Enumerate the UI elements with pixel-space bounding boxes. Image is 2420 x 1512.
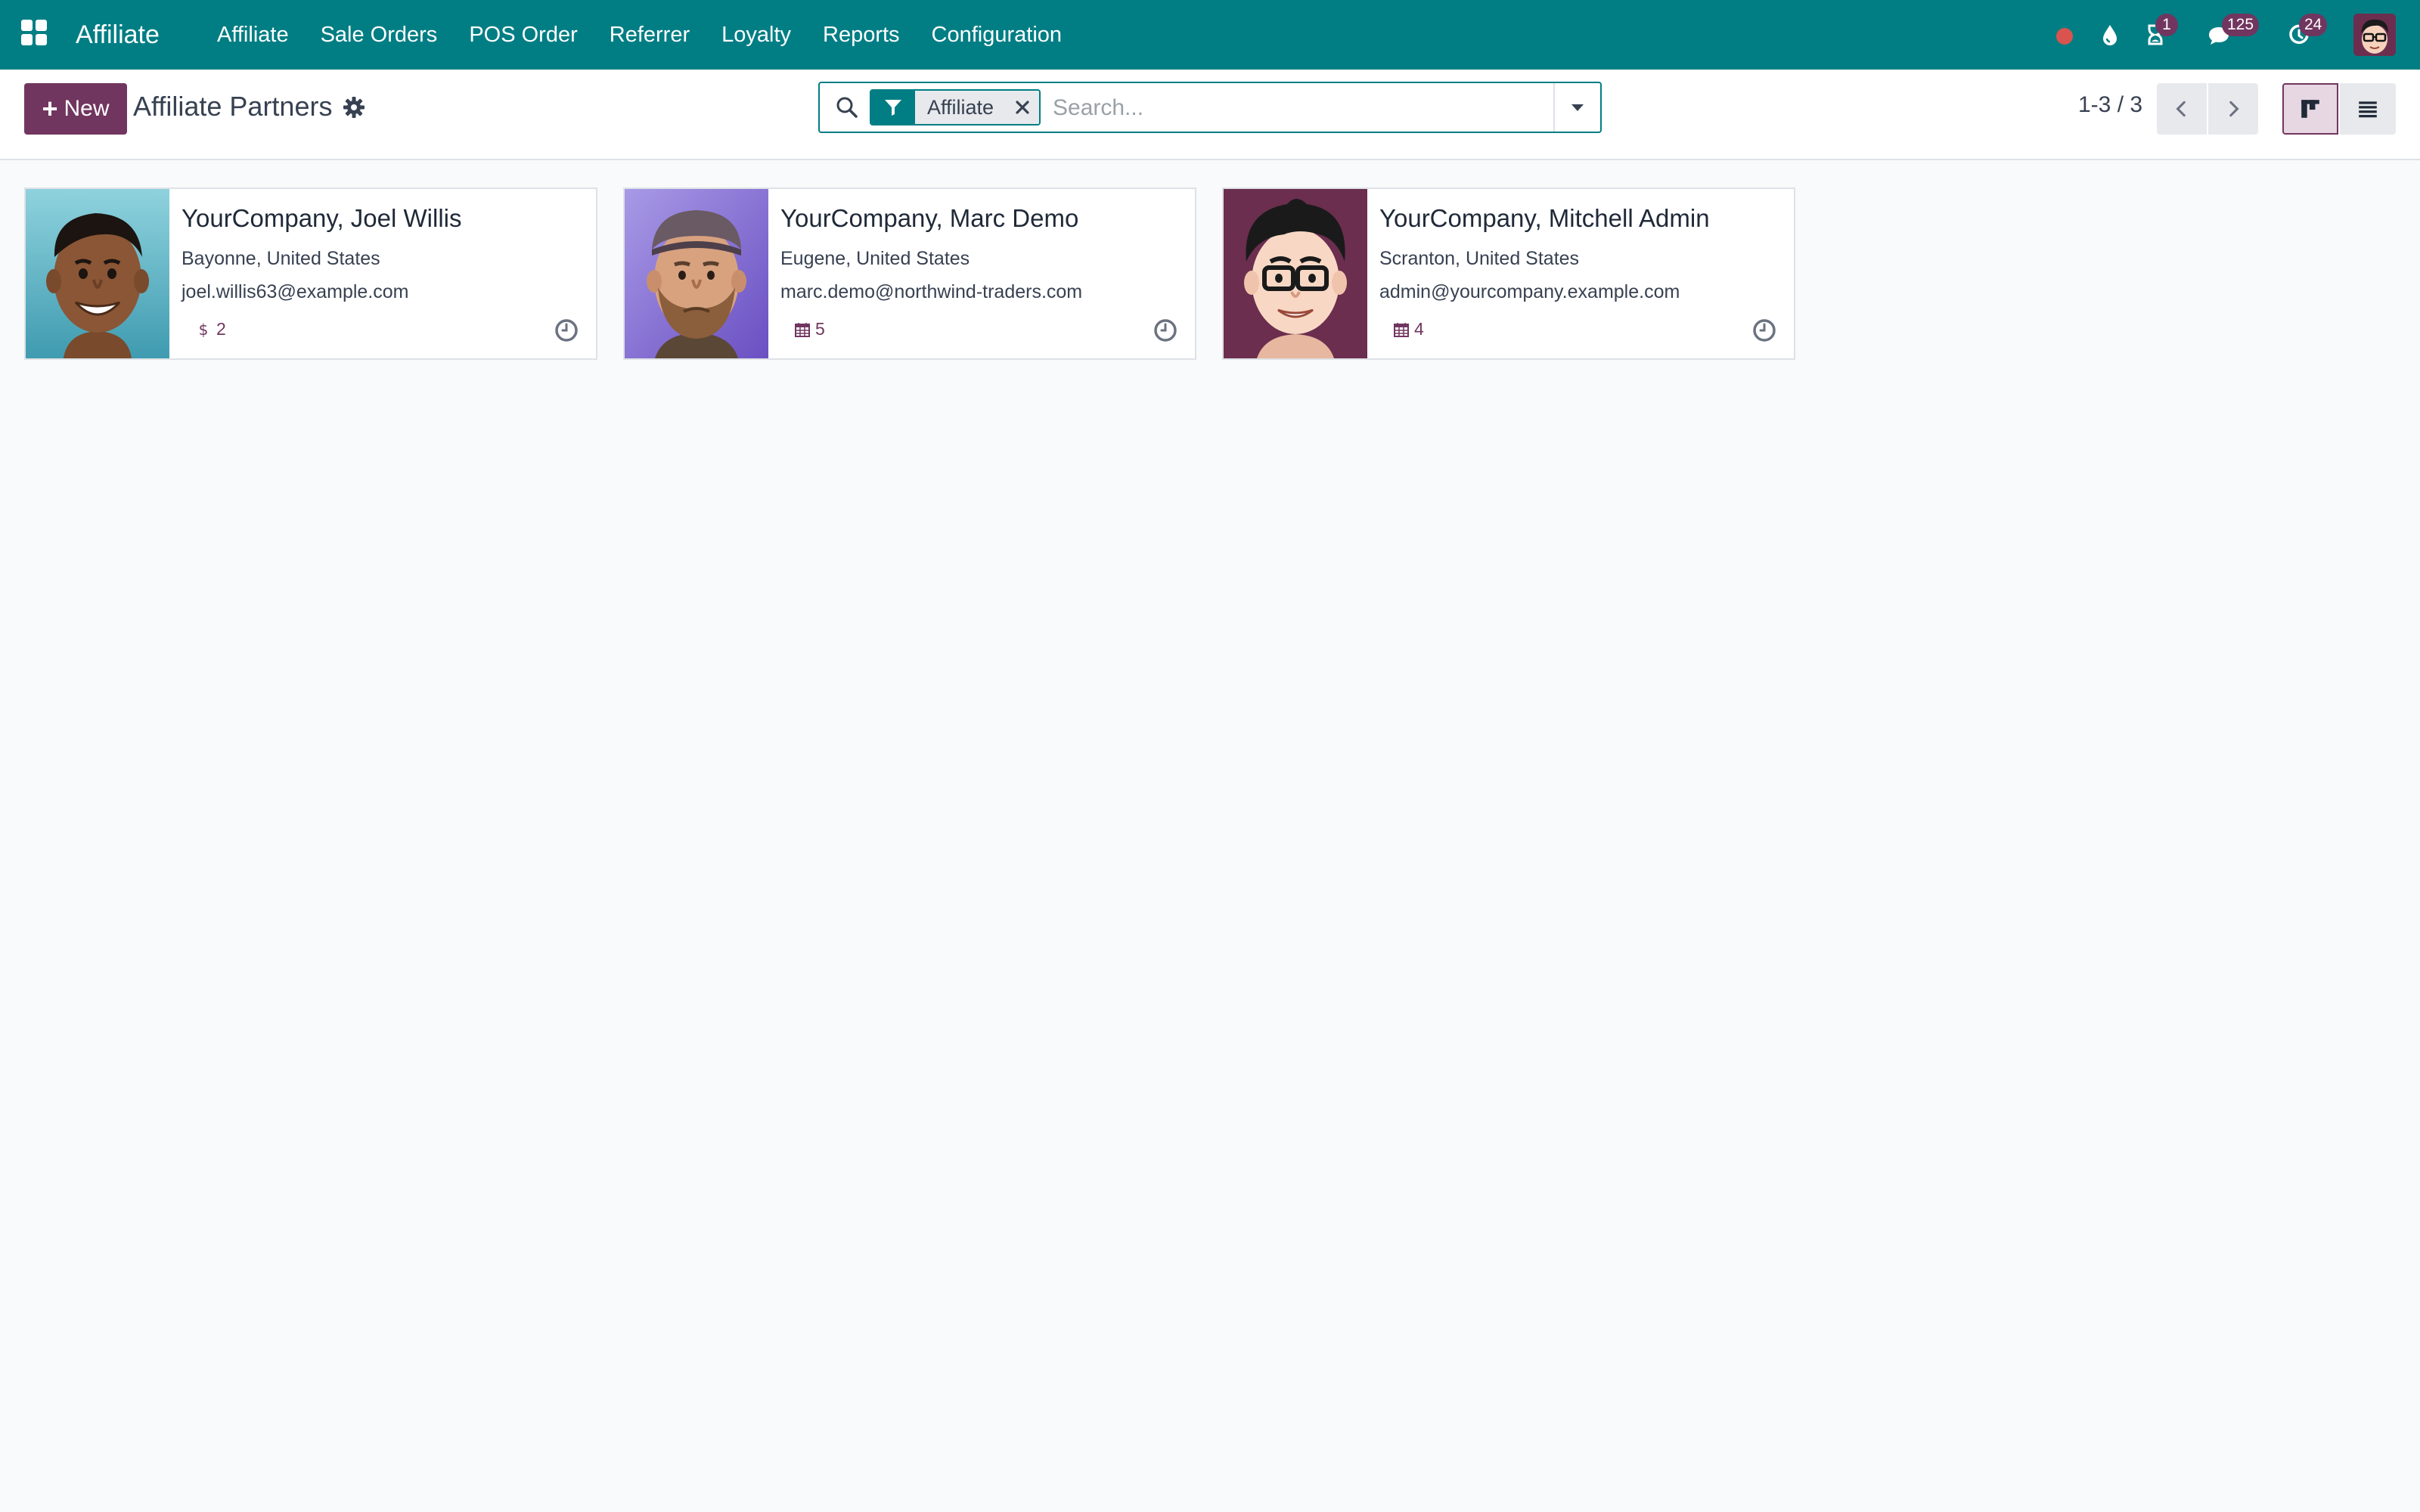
partner-location: Scranton, United States [1379,248,1580,269]
calendar-icon [795,322,810,337]
partner-card[interactable]: YourCompany, Marc Demo Eugene, United St… [623,187,1196,360]
svg-text:$: $ [199,321,209,338]
search-bar: Affiliate [818,82,1602,133]
chevron-right-icon [2229,101,2239,117]
calendar-icon [1394,322,1409,337]
new-button-label: New [64,96,110,121]
partner-stat[interactable]: 5 [794,319,825,339]
list-icon [2359,101,2377,118]
menu-item-reports[interactable]: Reports [807,0,916,70]
partner-avatar [26,189,169,358]
list-view-button[interactable] [2340,83,2396,135]
pager-previous-button[interactable] [2157,83,2207,135]
partner-avatar [625,189,768,358]
user-avatar[interactable] [2353,14,2396,56]
menu-item-pos-order[interactable]: POS Order [453,0,593,70]
facet-remove-icon[interactable] [1006,91,1040,124]
new-button[interactable]: + New [24,83,127,135]
main-menu: Affiliate Sale Orders POS Order Referrer… [201,0,1078,70]
plus-icon: + [42,93,58,124]
gear-icon[interactable] [342,95,366,119]
partner-stat-value: 2 [216,319,226,339]
partner-name[interactable]: YourCompany, Joel Willis [182,204,461,233]
kanban-view-button[interactable] [2282,83,2338,135]
menu-item-referrer[interactable]: Referrer [594,0,706,70]
partner-location: Bayonne, United States [182,248,380,269]
activity-icon[interactable]: 1 [2137,14,2178,53]
apps-menu-icon[interactable] [21,20,48,47]
clock-icon[interactable] [554,318,579,343]
app-brand[interactable]: Affiliate [76,0,160,70]
messages-icon[interactable]: 125 [2201,14,2260,53]
partner-name[interactable]: YourCompany, Mitchell Admin [1379,204,1710,233]
chevron-left-icon [2176,101,2186,117]
top-navbar: Affiliate Affiliate Sale Orders POS Orde… [0,0,2420,70]
control-panel: + New Affiliate Partners Affiliate Searc… [0,70,2420,160]
search-icon[interactable] [833,94,861,121]
status-dot-icon[interactable] [2046,17,2083,53]
partner-email: admin@yourcompany.example.com [1379,281,1680,302]
search-facet: Affiliate [870,89,1041,125]
partner-stat[interactable]: 4 [1393,319,1424,339]
drop-icon[interactable] [2092,17,2128,53]
clock-icon[interactable] [1153,318,1178,343]
menu-item-loyalty[interactable]: Loyalty [706,0,807,70]
partner-email: joel.willis63@example.com [182,281,409,302]
partner-card[interactable]: YourCompany, Joel Willis Bayonne, United… [24,187,597,360]
partner-email: marc.demo@northwind-traders.com [780,281,1083,302]
partner-location: Eugene, United States [780,248,970,269]
pager-next-button[interactable] [2208,83,2258,135]
kanban-icon [2301,100,2319,118]
dollar-icon: $ [199,321,209,338]
facet-value: Affiliate [915,91,1007,124]
messages-badge: 125 [2222,14,2260,36]
timer-badge: 24 [2299,14,2328,36]
menu-item-sale-orders[interactable]: Sale Orders [305,0,454,70]
partner-stat-value: 5 [815,319,825,339]
clock-icon[interactable] [1751,318,1777,343]
menu-item-affiliate[interactable]: Affiliate [201,0,305,70]
search-options-toggle[interactable] [1553,83,1600,132]
partner-stat[interactable]: $ 2 [195,319,226,339]
partner-avatar [1224,189,1367,358]
page-title: Affiliate Partners [133,91,333,122]
partner-stat-value: 4 [1414,319,1424,339]
partner-card[interactable]: YourCompany, Mitchell Admin Scranton, Un… [1222,187,1795,360]
activity-badge: 1 [2155,14,2178,36]
filter-icon [871,91,915,124]
pager-value[interactable]: 1-3 / 3 [2078,92,2142,118]
search-input[interactable] [1051,91,1584,125]
partner-name[interactable]: YourCompany, Marc Demo [780,204,1078,233]
menu-item-configuration[interactable]: Configuration [916,0,1078,70]
timer-icon[interactable]: 24 [2281,14,2328,53]
caret-down-icon [1571,104,1584,111]
